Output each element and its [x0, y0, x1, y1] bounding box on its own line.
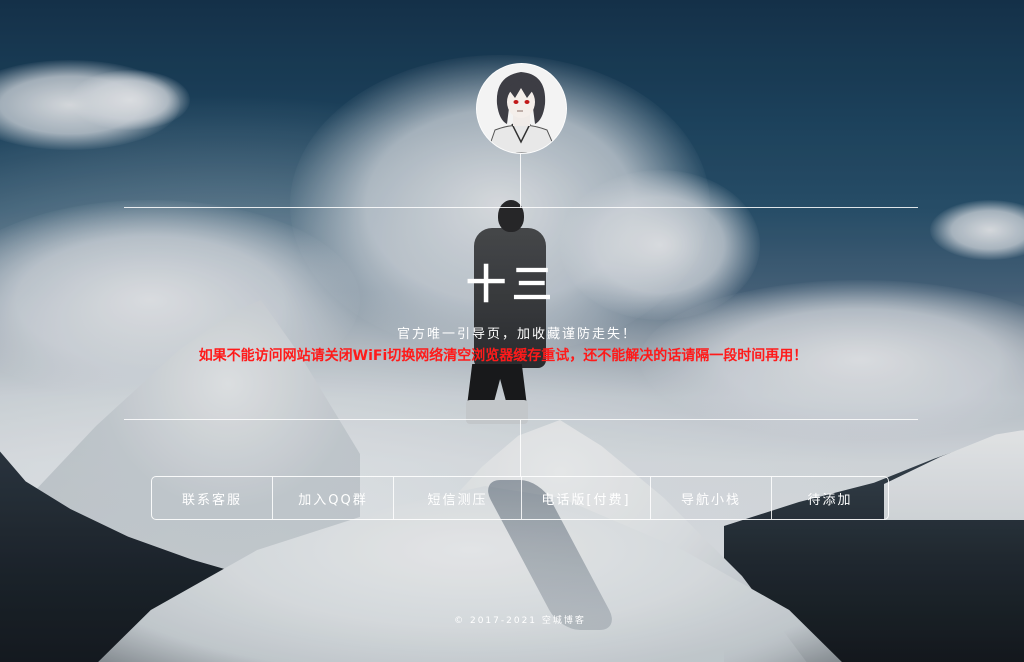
nav-item-contact-support[interactable]: 联系客服: [152, 477, 273, 519]
access-notice: 如果不能访问网站请关闭WiFi切换网络清空浏览器缓存重试，还不能解决的话请隔一段…: [198, 348, 808, 364]
divider-horizontal: [124, 419, 918, 420]
nav-menu: 联系客服 加入QQ群 短信测压 电话版[付费] 导航小栈 待添加: [151, 476, 889, 520]
divider-horizontal: [124, 207, 918, 208]
footer-copyright: © 2017-2021 空城博客: [454, 616, 586, 626]
nav-item-to-be-added[interactable]: 待添加: [772, 477, 888, 519]
site-subtitle: 官方唯一引导页，加收藏谨防走失！: [396, 327, 637, 342]
nav-item-sms-test[interactable]: 短信测压: [394, 477, 522, 519]
site-title: 十三: [466, 262, 558, 308]
nav-item-navigation-station[interactable]: 导航小栈: [651, 477, 772, 519]
nav-item-phone-version[interactable]: 电话版[付费]: [522, 477, 651, 519]
nav-item-join-qq-group[interactable]: 加入QQ群: [273, 477, 394, 519]
anime-avatar-icon: [477, 64, 566, 153]
divider-vertical: [520, 420, 521, 477]
divider-vertical: [520, 150, 521, 208]
avatar[interactable]: [476, 63, 567, 154]
landing-page: 十三 官方唯一引导页，加收藏谨防走失！ 如果不能访问网站请关闭WiFi切换网络清…: [0, 0, 1024, 662]
